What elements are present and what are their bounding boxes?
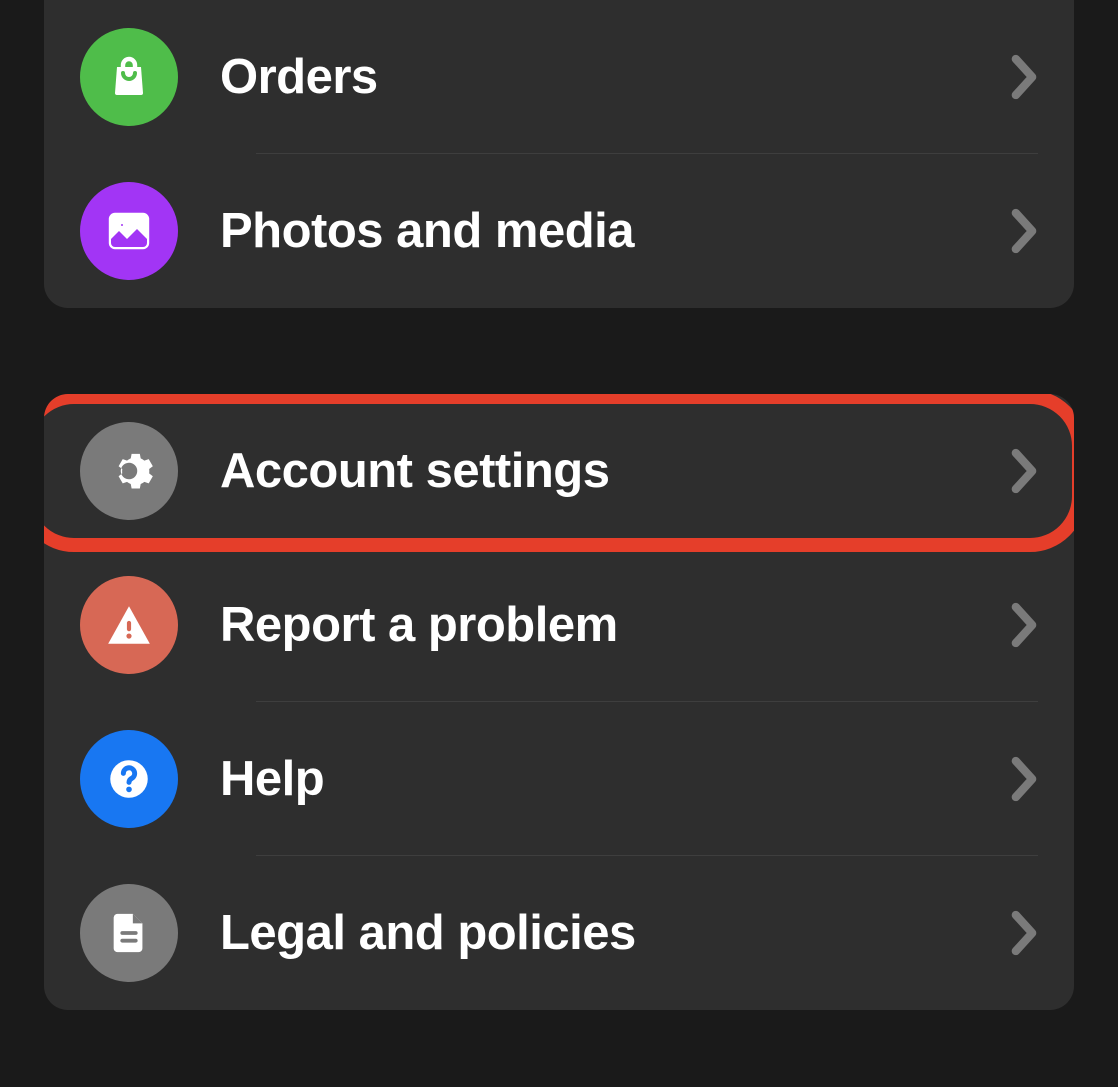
row-photos-label: Photos and media <box>220 203 634 259</box>
row-account-settings[interactable]: Account settings <box>44 394 1074 548</box>
chevron-right-icon <box>1010 910 1038 956</box>
photo-icon <box>80 182 178 280</box>
question-icon <box>80 730 178 828</box>
row-photos[interactable]: Photos and media <box>44 154 1074 308</box>
row-report-problem[interactable]: Report a problem <box>44 548 1074 702</box>
document-icon <box>80 884 178 982</box>
chevron-right-icon <box>1010 602 1038 648</box>
settings-group-2: Account settings Report a problem Help <box>44 394 1074 1010</box>
chevron-right-icon <box>1010 208 1038 254</box>
row-help-label: Help <box>220 751 324 807</box>
row-report-problem-label: Report a problem <box>220 597 618 653</box>
chevron-right-icon <box>1010 448 1038 494</box>
row-account-settings-label: Account settings <box>220 443 609 499</box>
chevron-right-icon <box>1010 756 1038 802</box>
row-legal-policies[interactable]: Legal and policies <box>44 856 1074 1010</box>
alert-icon <box>80 576 178 674</box>
row-orders-label: Orders <box>220 49 378 105</box>
shopping-bag-icon <box>80 28 178 126</box>
row-orders[interactable]: Orders <box>44 0 1074 154</box>
chevron-right-icon <box>1010 54 1038 100</box>
row-legal-policies-label: Legal and policies <box>220 905 636 961</box>
settings-group-1: Orders Photos and media <box>44 0 1074 308</box>
row-help[interactable]: Help <box>44 702 1074 856</box>
gear-icon <box>80 422 178 520</box>
